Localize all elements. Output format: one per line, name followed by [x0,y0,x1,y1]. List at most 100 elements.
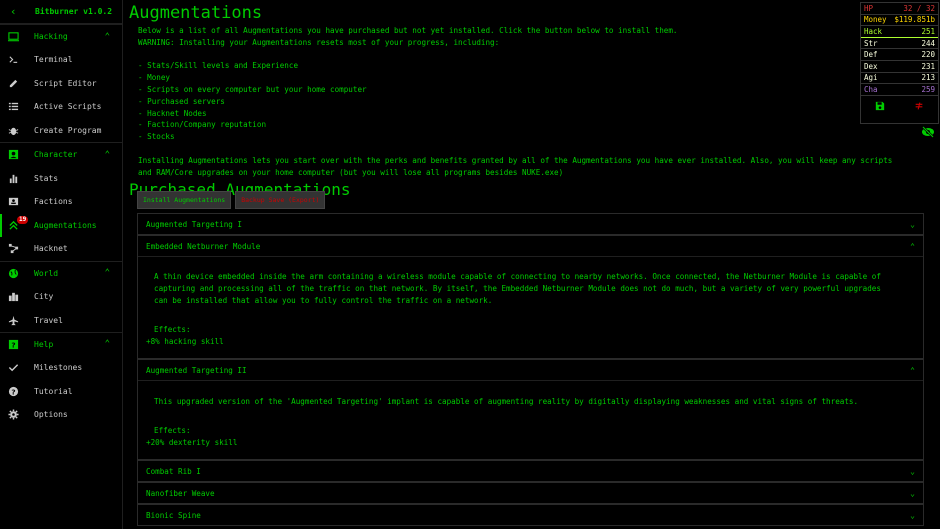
sidebar-item-active-scripts[interactable]: Active Scripts [0,95,122,119]
main-content: Augmentations Below is a list of all Aug… [129,0,893,199]
sidebar-category-character[interactable]: Character ⌃ [0,142,122,166]
bug-icon [8,125,19,136]
sidebar-item-label: Hacknet [34,244,68,254]
person-icon [8,149,19,160]
collapse-sidebar-icon[interactable]: ‹ [10,5,32,18]
sidebar-item-label: Create Program [34,126,102,136]
augmentation-item: Combat Rib I ⌄ [137,460,924,482]
kill-all-scripts-icon[interactable] [914,101,924,113]
sidebar-item-label: Augmentations [34,220,97,230]
page-title: Augmentations [129,3,263,23]
sidebar-item-script-editor[interactable]: Script Editor [0,72,122,96]
augmentation-effects: Effects: +20% dexterity skill [146,425,915,449]
svg-text:?: ? [11,340,15,349]
sidebar-item-milestones[interactable]: Milestones [0,356,122,380]
sidebar-item-label: Options [34,410,68,420]
sidebar-item-augmentations[interactable]: 19 Augmentations [0,213,122,238]
agi-label: Agi [864,73,878,83]
str-row: Str 244 [861,38,938,50]
chevron-down-icon: ⌄ [910,219,915,229]
terminal-icon [8,54,19,65]
dex-value: 231 [921,61,935,71]
sidebar-item-label: Milestones [34,363,83,373]
hack-label: Hack [864,26,883,36]
effect-text: +20% dexterity skill [146,438,238,447]
def-label: Def [864,50,878,60]
purchased-augmentations-list: Augmented Targeting I ⌄ Embedded Netburn… [137,213,924,526]
sidebar-item-stats[interactable]: Stats [0,166,122,190]
check-icon [8,362,19,373]
augmentation-item: Nanofiber Weave ⌄ [137,482,924,504]
sidebar-item-hacknet[interactable]: Hacknet [0,237,122,261]
hp-row: HP 32 / 32 [861,3,938,15]
sidebar-item-label: Active Scripts [34,102,102,112]
sidebar-item-label: Script Editor [34,78,97,88]
install-augmentations-button[interactable]: Install Augmentations [137,191,232,209]
save-icon[interactable] [875,101,885,113]
category-label: Hacking [34,32,68,41]
augmentation-details: This upgraded version of the 'Augmented … [138,380,923,459]
computer-icon [8,31,19,42]
hp-value: 32 / 32 [903,3,935,13]
def-row: Def 220 [861,49,938,61]
category-label: Character [34,150,78,160]
augmentation-header[interactable]: Embedded Netburner Module ⌃ [138,236,923,256]
sidebar-category-world[interactable]: World ⌃ [0,260,122,285]
chevron-up-icon: ⌃ [104,268,110,279]
augmentations-intro-text: Below is a list of all Augmentations you… [138,26,893,177]
list-icon [8,101,19,112]
pencil-icon [8,78,19,89]
sidebar-item-terminal[interactable]: Terminal [0,48,122,72]
sidebar-item-tutorial[interactable]: ? Tutorial [0,380,122,404]
sidebar-category-help[interactable]: ? Help ⌃ [0,331,122,356]
augmentation-item: Bionic Spine ⌄ [137,504,924,526]
chevron-up-icon: ⌃ [104,339,110,350]
globe-icon [8,268,19,279]
sidebar-item-label: Factions [34,197,73,207]
augmentation-item: Augmented Targeting II ⌃ This upgraded v… [137,359,924,460]
augmentation-name: Augmented Targeting II [146,365,247,375]
sidebar-item-options[interactable]: Options [0,403,122,427]
gear-icon [8,409,19,420]
category-label: Help [34,339,54,349]
augmentation-description: This upgraded version of the 'Augmented … [154,397,859,406]
augmentation-description: A thin device embedded inside the arm co… [154,272,881,305]
help-circle-icon: ? [8,386,19,397]
sidebar-item-factions[interactable]: Factions [0,190,122,214]
sidebar-item-create-program[interactable]: Create Program [0,119,122,143]
sidebar-category-hacking[interactable]: Hacking ⌃ [0,24,122,48]
sidebar-item-travel[interactable]: Travel [0,308,122,332]
augmentation-header[interactable]: Augmented Targeting I ⌄ [138,214,923,234]
augmentation-header[interactable]: Bionic Spine ⌄ [138,505,923,525]
cha-row: Cha 259 [861,84,938,96]
augmentations-badge: 19 [17,215,29,224]
money-value: $119.851b [894,15,935,25]
visibility-off-icon[interactable] [921,126,935,138]
sidebar-item-label: Terminal [34,55,73,65]
effects-label: Effects: [154,325,191,334]
augmentation-name: Embedded Netburner Module [146,241,261,251]
money-row: Money $119.851b [861,15,938,27]
agi-value: 213 [921,73,935,83]
augmentation-header[interactable]: Nanofiber Weave ⌄ [138,483,923,503]
sidebar-item-city[interactable]: City [0,285,122,309]
chevron-up-icon: ⌃ [104,149,110,160]
version-label: Bitburner v1.0.2 [35,7,113,16]
airplane-icon [8,315,19,326]
backup-save-button[interactable]: Backup Save (Export) [235,191,326,209]
city-icon [8,291,19,302]
character-overview: HP 32 / 32 Money $119.851b Hack 251 Str … [860,2,939,124]
category-label: World [34,268,59,278]
chevron-down-icon: ⌄ [910,510,915,520]
augmentation-header[interactable]: Augmented Targeting II ⌃ [138,360,923,380]
hack-value: 251 [921,26,935,36]
str-value: 244 [921,38,935,48]
cha-label: Cha [864,84,878,94]
sidebar-header: ‹ Bitburner v1.0.2 [0,0,122,24]
hub-icon [8,243,19,254]
hack-row: Hack 251 [861,26,938,38]
svg-text:?: ? [11,387,15,396]
augmentation-header[interactable]: Combat Rib I ⌄ [138,461,923,481]
sidebar-item-label: Stats [34,173,59,183]
dex-row: Dex 231 [861,61,938,73]
